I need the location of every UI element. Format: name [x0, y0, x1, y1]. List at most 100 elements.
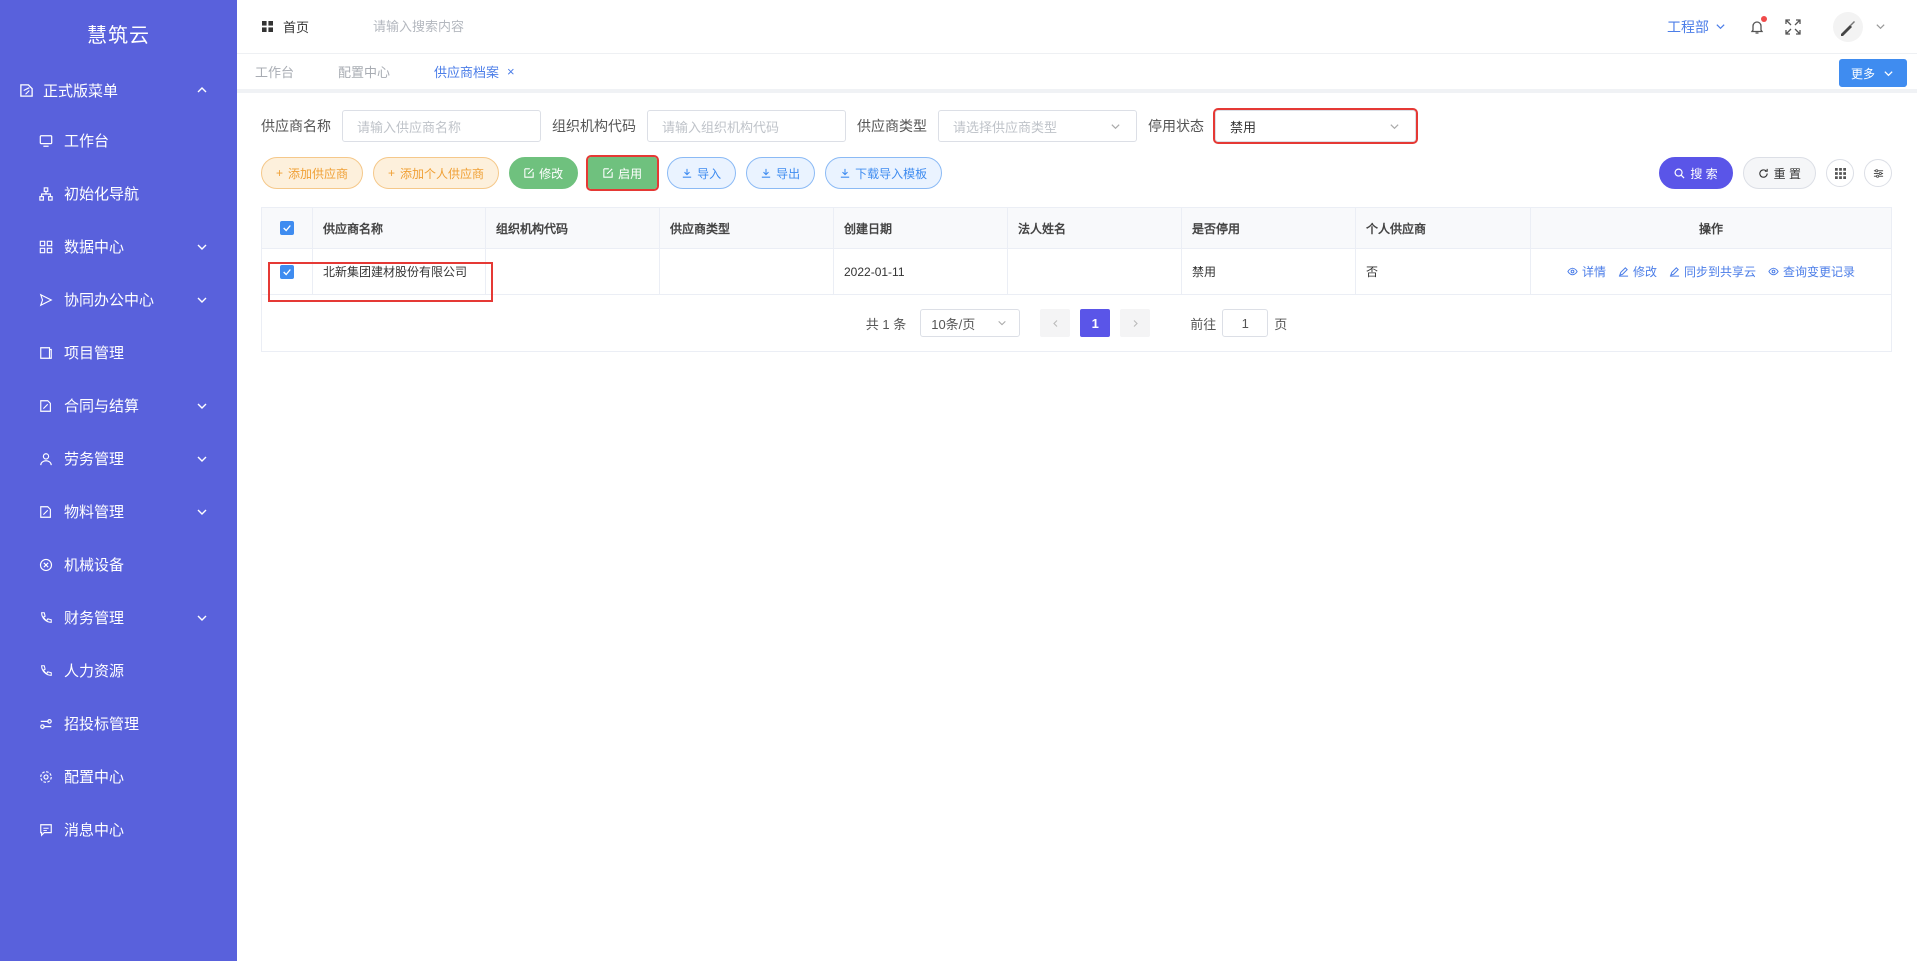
button-label: 搜 索	[1690, 166, 1718, 181]
sidebar-item-label: 配置中心	[64, 769, 125, 786]
page-suffix: 页	[1274, 316, 1288, 332]
detail-link[interactable]: 详情	[1567, 263, 1606, 280]
column-header[interactable]: 供应商类型	[660, 208, 834, 248]
chevron-up-icon	[195, 83, 209, 97]
worker-icon	[38, 451, 54, 467]
notification-dot	[1761, 15, 1767, 22]
disabled-cell: 禁用	[1182, 249, 1356, 294]
menu-icon	[18, 82, 34, 98]
column-header[interactable]: 个人供应商	[1356, 208, 1531, 248]
more-button[interactable]: 更多	[1838, 59, 1907, 87]
personal-supplier-cell: 否	[1356, 249, 1531, 294]
change-log-link[interactable]: 查询变更记录	[1768, 263, 1855, 280]
page-size-value: 10条/页	[931, 316, 976, 332]
phone-icon	[38, 663, 54, 679]
download-icon	[682, 168, 692, 178]
sidebar-item-label: 工作台	[64, 133, 110, 150]
sidebar-item-finance[interactable]: 财务管理	[0, 591, 237, 644]
sidebar-item-config[interactable]: 配置中心	[0, 750, 237, 803]
app-logo: 慧筑云	[87, 24, 150, 47]
highlight-box-row-checkbox	[268, 262, 493, 302]
column-header[interactable]: 是否停用	[1182, 208, 1356, 248]
total-count: 共 1 条	[865, 316, 907, 332]
supplier-type-placeholder: 请选择供应商类型	[953, 119, 1058, 135]
supplier-name-input[interactable]: 请输入供应商名称	[342, 110, 541, 142]
menu-group-formal[interactable]: 正式版菜单	[0, 66, 237, 114]
close-icon[interactable]: ×	[507, 64, 515, 79]
eye-icon	[1768, 266, 1779, 277]
sidebar-item-hr[interactable]: 人力资源	[0, 644, 237, 697]
menu-group-label: 正式版菜单	[43, 82, 119, 100]
add-personal-supplier-button[interactable]: + 添加个人供应商	[373, 157, 500, 189]
phone-icon	[38, 610, 54, 626]
sidebar-item-init-nav[interactable]: 初始化导航	[0, 167, 237, 220]
goto-page-input[interactable]: 1	[1222, 309, 1269, 337]
sidebar-item-label: 招投标管理	[64, 716, 140, 733]
supplier-type-cell	[660, 249, 834, 294]
tab-config-center[interactable]: 配置中心	[338, 62, 390, 81]
tab-label: 供应商档案	[434, 65, 500, 80]
filter-settings-icon[interactable]	[1864, 159, 1892, 187]
page-size-select[interactable]: 10条/页	[920, 309, 1021, 337]
search-button[interactable]: 搜 索	[1659, 157, 1733, 189]
sidebar-item-data-center[interactable]: 数据中心	[0, 220, 237, 273]
tab-workbench[interactable]: 工作台	[255, 62, 294, 81]
download-template-button[interactable]: 下载导入模板	[825, 157, 943, 189]
next-page-button[interactable]	[1120, 309, 1151, 337]
message-icon	[38, 822, 54, 838]
sidebar-item-bidding[interactable]: 招投标管理	[0, 697, 237, 750]
sync-shared-cloud-link[interactable]: 同步到共享云	[1669, 263, 1756, 280]
notification-bell-icon[interactable]	[1749, 15, 1767, 35]
column-header[interactable]: 创建日期	[834, 208, 1008, 248]
sidebar-item-labor[interactable]: 劳务管理	[0, 432, 237, 485]
fullscreen-icon[interactable]	[1785, 18, 1801, 35]
sidebar-item-label: 协同办公中心	[64, 292, 155, 309]
tab-supplier-archive[interactable]: 供应商档案 ×	[434, 62, 515, 81]
supplier-type-select[interactable]: 请选择供应商类型	[938, 110, 1137, 142]
department-selector[interactable]: 工程部	[1667, 17, 1727, 37]
chevron-down-icon[interactable]	[1873, 20, 1887, 34]
page-number[interactable]: 1	[1080, 309, 1111, 337]
enable-button[interactable]: 启用	[586, 155, 660, 191]
table-row[interactable]: 北新集团建材股份有限公司 2022-01-11 禁用 否 详情 修改 同步到共享…	[262, 249, 1891, 295]
export-button[interactable]: 导出	[746, 157, 816, 189]
column-header[interactable]: 供应商名称	[313, 208, 486, 248]
reset-button[interactable]: 重 置	[1742, 157, 1816, 189]
chevron-down-icon	[195, 240, 209, 254]
eye-icon	[1567, 266, 1578, 277]
column-header[interactable]: 组织机构代码	[486, 208, 660, 248]
chevron-down-icon	[1387, 119, 1401, 133]
tab-label: 工作台	[255, 65, 295, 80]
avatar[interactable]	[1833, 11, 1863, 42]
filter-row: 供应商名称 请输入供应商名称 组织机构代码 请输入组织机构代码 供应商类型 请选…	[261, 106, 1892, 146]
close-circle-icon	[38, 557, 54, 573]
sidebar-item-workbench[interactable]: 工作台	[0, 114, 237, 167]
disable-status-select[interactable]: 禁用	[1213, 108, 1418, 144]
gear-icon	[38, 769, 54, 785]
home-link[interactable]: 首页	[262, 17, 309, 36]
sidebar-item-collab[interactable]: 协同办公中心	[0, 273, 237, 326]
sidebar-item-machinery[interactable]: 机械设备	[0, 538, 237, 591]
sidebar-item-material[interactable]: 物料管理	[0, 485, 237, 538]
org-code-input[interactable]: 请输入组织机构代码	[647, 110, 846, 142]
column-header[interactable]: 法人姓名	[1008, 208, 1182, 248]
send-icon	[38, 292, 54, 308]
import-button[interactable]: 导入	[667, 157, 737, 189]
top-right-tools: 工程部	[1667, 11, 1917, 42]
edit-button[interactable]: 修改	[509, 157, 579, 189]
add-supplier-button[interactable]: + 添加供应商	[261, 157, 364, 189]
department-label: 工程部	[1667, 18, 1709, 35]
prev-page-button[interactable]	[1040, 309, 1071, 337]
edit-link[interactable]: 修改	[1618, 263, 1657, 280]
tab-bar: 工作台 配置中心 供应商档案 × 更多	[237, 54, 1917, 93]
action-row: + 添加供应商 + 添加个人供应商 修改 启用 导入 导出 下载导入模板 搜 索…	[261, 155, 1892, 191]
sidebar-item-contract[interactable]: 合同与结算	[0, 379, 237, 432]
grid-icon	[262, 21, 273, 32]
select-all-checkbox[interactable]	[280, 221, 294, 235]
global-search-input[interactable]	[373, 19, 614, 34]
sidebar-item-messages[interactable]: 消息中心	[0, 803, 237, 856]
table-header: 供应商名称 组织机构代码 供应商类型 创建日期 法人姓名 是否停用 个人供应商 …	[262, 208, 1891, 249]
sidebar-item-project[interactable]: 项目管理	[0, 326, 237, 379]
column-grid-icon[interactable]	[1826, 159, 1854, 187]
column-header: 操作	[1698, 221, 1723, 236]
